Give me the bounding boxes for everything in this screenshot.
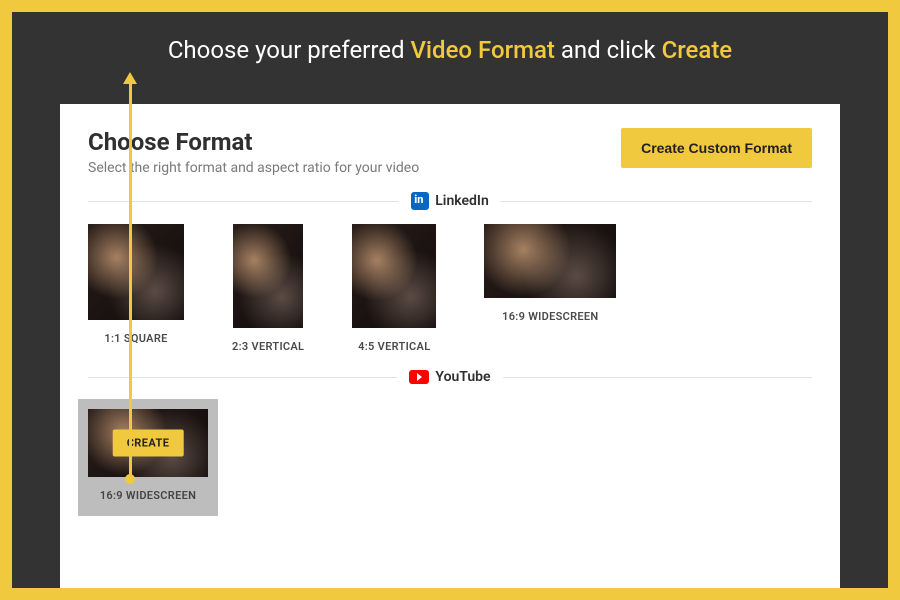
- youtube-divider: YouTube: [88, 369, 812, 385]
- format-option-youtube-16-9-widescreen[interactable]: CREATE 16:9 WIDESCREEN: [78, 399, 218, 516]
- youtube-label-text: YouTube: [435, 369, 490, 385]
- format-caption: 4:5 VERTICAL: [358, 340, 430, 353]
- format-option-16-9-widescreen[interactable]: 16:9 WIDESCREEN: [484, 224, 616, 353]
- youtube-icon: [409, 370, 429, 384]
- instruction-text-mid: and click: [555, 36, 662, 64]
- linkedin-divider: LinkedIn: [88, 192, 812, 210]
- format-option-2-3-vertical[interactable]: 2:3 VERTICAL: [232, 224, 304, 353]
- create-custom-format-button[interactable]: Create Custom Format: [621, 128, 812, 168]
- format-caption: 16:9 WIDESCREEN: [100, 489, 196, 502]
- linkedin-formats-row: 1:1 SQUARE 2:3 VERTICAL 4:5 VERTICAL 16:…: [88, 224, 812, 353]
- instruction-highlight-1: Video Format: [410, 36, 554, 64]
- format-thumbnail: [233, 224, 303, 328]
- divider-line: [501, 201, 812, 202]
- instruction-bar: Choose your preferred Video Format and c…: [12, 12, 888, 88]
- format-thumbnail: [352, 224, 436, 328]
- format-caption: 1:1 SQUARE: [104, 332, 167, 345]
- tutorial-frame: Choose your preferred Video Format and c…: [12, 12, 888, 588]
- divider-line: [88, 377, 397, 378]
- format-thumbnail: [484, 224, 616, 298]
- format-caption: 2:3 VERTICAL: [232, 340, 304, 353]
- format-option-1-1-square[interactable]: 1:1 SQUARE: [88, 224, 184, 353]
- panel-subtitle: Select the right format and aspect ratio…: [88, 160, 419, 176]
- annotation-arrow-head-icon: [123, 72, 137, 84]
- panel-title: Choose Format: [88, 128, 419, 156]
- divider-line: [503, 377, 812, 378]
- linkedin-label-text: LinkedIn: [435, 193, 489, 209]
- create-button[interactable]: CREATE: [113, 430, 184, 457]
- linkedin-icon: [411, 192, 429, 210]
- instruction-highlight-2: Create: [662, 36, 733, 64]
- panel-header: Choose Format Select the right format an…: [88, 128, 812, 176]
- annotation-arrow-line: [129, 84, 132, 478]
- divider-line: [88, 201, 399, 202]
- format-thumbnail: CREATE: [88, 409, 208, 477]
- format-option-4-5-vertical[interactable]: 4:5 VERTICAL: [352, 224, 436, 353]
- linkedin-section-label: LinkedIn: [399, 192, 501, 210]
- instruction-text-pre: Choose your preferred: [168, 36, 411, 64]
- format-caption: 16:9 WIDESCREEN: [502, 310, 598, 323]
- panel-header-text: Choose Format Select the right format an…: [88, 128, 419, 176]
- youtube-formats-row: CREATE 16:9 WIDESCREEN: [88, 399, 812, 516]
- format-thumbnail: [88, 224, 184, 320]
- youtube-section-label: YouTube: [397, 369, 502, 385]
- format-panel: Choose Format Select the right format an…: [60, 104, 840, 588]
- annotation-arrow-dot-icon: [125, 474, 135, 484]
